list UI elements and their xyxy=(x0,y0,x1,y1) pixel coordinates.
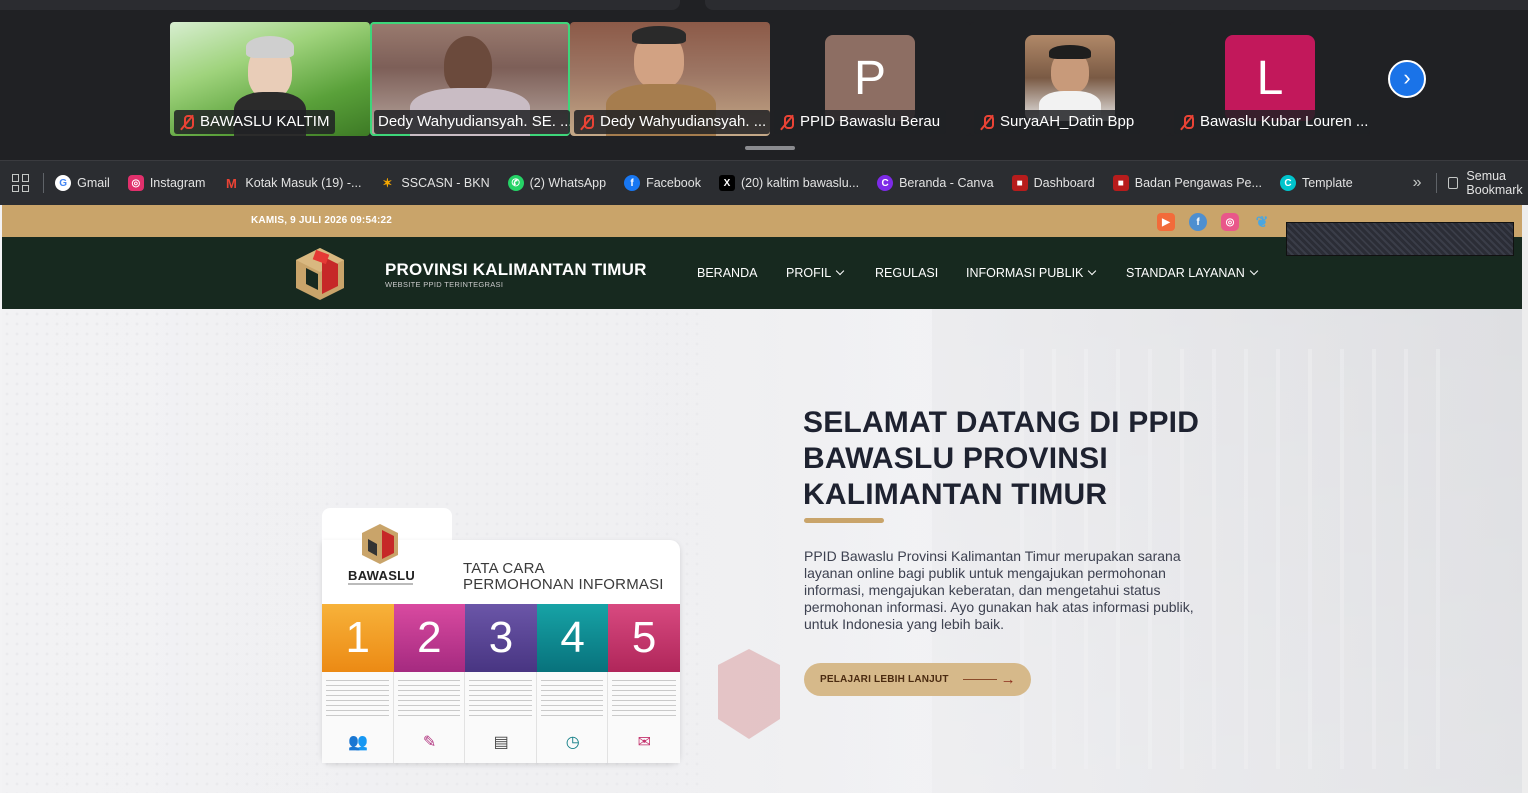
nav-standar-layanan[interactable]: STANDAR LAYANAN xyxy=(1126,266,1259,280)
document-search-icon: ▤ xyxy=(493,734,509,751)
site-title[interactable]: PROVINSI KALIMANTAN TIMUR xyxy=(385,260,647,280)
clock-icon: ◷ xyxy=(565,734,580,751)
bookmarks-bar: G Gmail ◎ Instagram M Kotak Masuk (19) -… xyxy=(0,160,1528,205)
call-top-bar-left xyxy=(0,0,680,10)
hero-title-underline xyxy=(804,518,884,523)
infographic-steps: 1 👥 2 ✎ 3 ▤ 4 ◷ 5 ✉ xyxy=(322,604,680,763)
hero-title: SELAMAT DATANG DI PPID BAWASLU PROVINSI … xyxy=(803,406,1200,511)
video-call-strip: BAWASLU KALTIM Dedy Wahyudiansyah. SE. .… xyxy=(0,0,1528,160)
chevron-down-icon xyxy=(1249,266,1259,276)
bookmark-sscasn[interactable]: ✶ SSCASN - BKN xyxy=(379,175,489,191)
redacted-area xyxy=(1286,222,1514,256)
web-page: KAMIS, 9 JULI 2026 09:54:22 ▶ f ◎ ❦ PROV… xyxy=(0,205,1528,793)
strip-resize-handle[interactable] xyxy=(745,146,795,150)
step-5: 5 ✉ xyxy=(608,604,680,763)
infographic-heading: TATA CARA PERMOHONAN INFORMASI xyxy=(463,560,664,593)
folder-icon xyxy=(1447,177,1459,189)
x-icon: X xyxy=(718,175,735,191)
page-scrollbar[interactable] xyxy=(1522,205,1528,793)
nav-informasi-publik[interactable]: INFORMASI PUBLIK xyxy=(966,266,1097,280)
bookmark-kotak-masuk[interactable]: M Kotak Masuk (19) -... xyxy=(223,175,361,191)
participant-initial-avatar: P xyxy=(825,35,915,121)
google-icon: G xyxy=(55,175,72,191)
participant-name-tag: PPID Bawaslu Berau xyxy=(774,110,947,134)
infographic-brand-tagline xyxy=(348,583,413,585)
whatsapp-icon: ✆ xyxy=(507,175,524,191)
nav-profil[interactable]: PROFIL xyxy=(786,266,845,280)
bookmark-badan-pengawas[interactable]: ■ Badan Pengawas Pe... xyxy=(1112,175,1262,191)
youtube-icon[interactable]: ▶ xyxy=(1157,213,1175,231)
participant-tile-active[interactable]: Dedy Wahyudiansyah. SE. ... xyxy=(370,22,570,136)
learn-more-button[interactable]: PELAJARI LEBIH LANJUT → xyxy=(804,663,1031,696)
twitter-icon[interactable]: ❦ xyxy=(1253,213,1271,231)
step-1: 1 👥 xyxy=(322,604,394,763)
step-4: 4 ◷ xyxy=(536,604,609,763)
infographic-tata-cara[interactable]: BAWASLU TATA CARA PERMOHONAN INFORMASI 1… xyxy=(322,508,680,763)
mic-off-icon xyxy=(1180,114,1194,130)
instagram-icon: ◎ xyxy=(127,175,144,191)
arrow-right-icon: → xyxy=(1000,671,1016,688)
canva-icon: C xyxy=(1279,175,1296,191)
bookmark-canva[interactable]: C Beranda - Canva xyxy=(877,175,994,191)
apps-grid-icon[interactable] xyxy=(12,174,29,192)
bookmark-x[interactable]: X (20) kaltim bawaslu... xyxy=(718,175,859,191)
bookmark-facebook[interactable]: f Facebook xyxy=(624,175,701,191)
mic-off-icon xyxy=(780,114,794,130)
participant-initial-avatar: L xyxy=(1225,35,1315,121)
participant-name-tag: Dedy Wahyudiansyah. SE. ... xyxy=(374,110,570,134)
bawaslu-icon: ■ xyxy=(1011,175,1028,191)
button-decoration-line xyxy=(962,679,997,680)
all-bookmarks-button[interactable]: Semua Bookmark xyxy=(1447,169,1528,197)
nav-regulasi[interactable]: REGULASI xyxy=(875,266,938,280)
participant-tile[interactable]: BAWASLU KALTIM xyxy=(170,22,370,136)
chevron-right-icon[interactable]: › xyxy=(1388,60,1426,98)
participant-name-tag: Dedy Wahyudiansyah. ... xyxy=(574,110,770,134)
participant-hair xyxy=(246,36,294,58)
people-meeting-icon: 👥 xyxy=(348,734,368,751)
canva-icon: C xyxy=(877,175,894,191)
step-3: 3 ▤ xyxy=(465,604,537,763)
bawaslu-logo[interactable] xyxy=(292,246,348,302)
bookmark-instagram[interactable]: ◎ Instagram xyxy=(127,175,205,191)
call-top-bar-right xyxy=(705,0,1528,10)
pen-form-icon: ✎ xyxy=(422,734,437,751)
chevron-down-icon xyxy=(1088,266,1097,276)
participant-video xyxy=(444,36,492,94)
participant-name-tag: BAWASLU KALTIM xyxy=(174,110,336,134)
mic-off-icon xyxy=(580,114,594,130)
hero-section: BAWASLU TATA CARA PERMOHONAN INFORMASI 1… xyxy=(2,309,1522,793)
nav-beranda[interactable]: BERANDA xyxy=(697,266,757,280)
infographic-brand: BAWASLU xyxy=(348,568,416,583)
facebook-icon: f xyxy=(624,175,641,191)
gmail-icon: M xyxy=(225,175,237,191)
participant-tile[interactable]: Dedy Wahyudiansyah. ... xyxy=(570,22,770,136)
participant-tile[interactable]: SuryaAH_Datin Bpp xyxy=(970,22,1170,136)
hero-description: PPID Bawaslu Provinsi Kalimantan Timur m… xyxy=(804,548,1194,632)
sscasn-icon: ✶ xyxy=(382,176,393,190)
bookmark-template[interactable]: C Template xyxy=(1279,175,1353,191)
instagram-icon[interactable]: ◎ xyxy=(1221,213,1239,231)
bawaslu-icon: ■ xyxy=(1112,175,1129,191)
site-subtitle: WEBSITE PPID TERINTEGRASI xyxy=(385,280,504,289)
participant-tile[interactable]: L Bawaslu Kubar Louren ... xyxy=(1170,22,1370,136)
participant-tile[interactable]: P PPID Bawaslu Berau xyxy=(770,22,970,136)
envelope-icon: ✉ xyxy=(637,734,652,751)
mic-off-icon xyxy=(980,114,994,130)
chevron-down-icon xyxy=(835,266,845,276)
participant-name-tag: SuryaAH_Datin Bpp xyxy=(974,110,1141,134)
current-date: KAMIS, 9 JULI 2026 09:54:22 xyxy=(251,215,393,226)
participant-photo-avatar xyxy=(1025,35,1115,121)
facebook-icon[interactable]: f xyxy=(1189,213,1207,231)
bookmarks-overflow-button[interactable]: » xyxy=(1413,174,1422,192)
bookmark-gmail[interactable]: G Gmail xyxy=(55,175,110,191)
mic-off-icon xyxy=(180,114,194,130)
bookmark-whatsapp[interactable]: ✆ (2) WhatsApp xyxy=(507,175,606,191)
bawaslu-watermark xyxy=(718,649,780,739)
bookmark-dashboard[interactable]: ■ Dashboard xyxy=(1011,175,1095,191)
step-2: 2 ✎ xyxy=(393,604,466,763)
participant-hair xyxy=(632,26,686,44)
bawaslu-logo xyxy=(362,524,398,564)
participant-name-tag: Bawaslu Kubar Louren ... xyxy=(1174,110,1370,134)
